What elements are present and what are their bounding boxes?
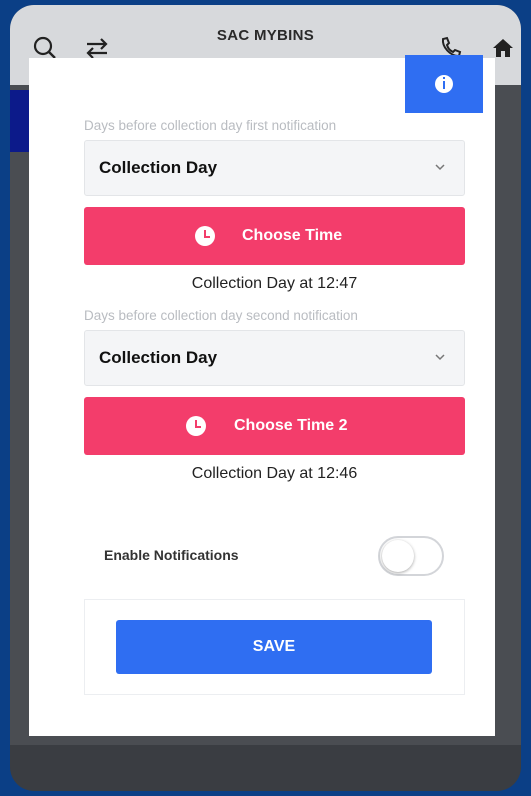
info-icon bbox=[435, 75, 453, 93]
chevron-down-icon bbox=[435, 354, 445, 361]
first-notification-summary: Collection Day at 12:47 bbox=[191, 275, 358, 292]
second-notification-hint: Days before collection day second notifi… bbox=[84, 308, 358, 323]
enable-notifications-toggle[interactable] bbox=[378, 536, 444, 576]
choose-time-button[interactable]: Choose Time bbox=[84, 207, 465, 265]
background-strip bbox=[10, 90, 30, 152]
first-notification-hint: Days before collection day first notific… bbox=[84, 118, 337, 133]
choose-time-2-label: Choose Time 2 bbox=[234, 417, 348, 434]
first-select-value: Collection Day bbox=[99, 158, 218, 177]
choose-time-label: Choose Time bbox=[242, 227, 343, 244]
second-notification-select[interactable]: Collection Day bbox=[84, 330, 465, 386]
clock-icon bbox=[186, 416, 206, 436]
save-button[interactable]: SAVE bbox=[116, 620, 432, 674]
first-notification-select[interactable]: Collection Day bbox=[84, 140, 465, 196]
second-notification-summary: Collection Day at 12:46 bbox=[191, 465, 358, 482]
info-button[interactable] bbox=[405, 55, 483, 113]
choose-time-2-button[interactable]: Choose Time 2 bbox=[84, 397, 465, 455]
second-select-value: Collection Day bbox=[99, 348, 218, 367]
clock-icon bbox=[195, 226, 215, 246]
chevron-down-icon bbox=[435, 164, 445, 171]
toggle-knob bbox=[382, 540, 414, 572]
enable-notifications-label: Enable Notifications bbox=[104, 547, 239, 563]
